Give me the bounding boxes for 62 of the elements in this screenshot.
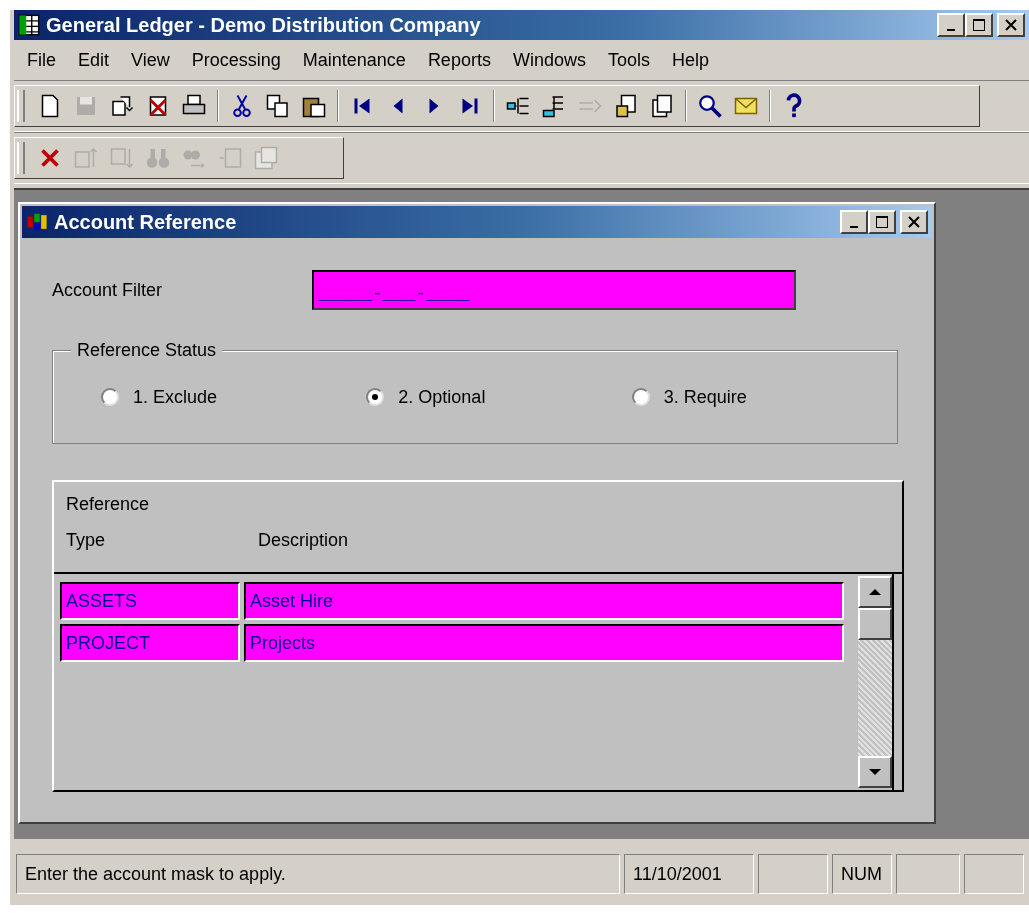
table-cell[interactable]: Asset Hire: [244, 582, 844, 620]
radio-label: 3. Require: [663, 386, 747, 408]
status-pane: [758, 854, 828, 894]
copy-icon: [266, 94, 290, 118]
maximize-button[interactable]: [868, 210, 896, 234]
menu-item[interactable]: View: [120, 49, 181, 71]
table-cell[interactable]: PROJECT: [60, 624, 240, 662]
document-icon: [218, 146, 242, 170]
menu-item[interactable]: Processing: [180, 49, 292, 71]
search-icon: [698, 94, 722, 118]
properties-icon: [254, 146, 278, 170]
scrollbar[interactable]: [858, 576, 892, 788]
status-date: 11/10/2001: [624, 854, 754, 894]
radio-button[interactable]: [101, 388, 119, 406]
radio-button[interactable]: [366, 388, 385, 406]
radio-label: 2. Optional: [398, 386, 486, 408]
copy-document-icon: [110, 94, 134, 118]
minimize-icon: [947, 29, 955, 31]
table-cell[interactable]: Projects: [244, 624, 844, 662]
menu-item[interactable]: Windows: [501, 49, 597, 71]
minimize-icon: [850, 226, 858, 228]
insert-row-icon: [74, 146, 98, 170]
column-header: Description: [258, 529, 349, 552]
scrollbar-thumb[interactable]: [858, 608, 892, 640]
toolbar-grip[interactable]: [17, 142, 25, 174]
radio-label: 1. Exclude: [133, 386, 218, 408]
close-button[interactable]: [997, 13, 1025, 37]
up-arrow-icon: [868, 588, 882, 596]
scissors-icon: [230, 94, 254, 118]
close-icon: [1005, 19, 1017, 31]
status-indicator: NUM: [832, 854, 892, 894]
radio-button[interactable]: [631, 388, 650, 406]
toolbar-grip[interactable]: [17, 90, 25, 122]
maximize-icon: [972, 18, 986, 32]
menu-item[interactable]: Edit: [67, 49, 121, 71]
binoculars-icon: [146, 146, 170, 170]
field-label: Account Filter: [52, 279, 164, 301]
menu-item[interactable]: File: [16, 49, 67, 71]
maximize-icon: [875, 215, 889, 229]
table-cell[interactable]: ASSETS: [60, 582, 240, 620]
close-button[interactable]: [900, 210, 928, 234]
child-window-title: Account Reference: [54, 210, 238, 234]
menu-item[interactable]: Reports: [416, 49, 502, 71]
close-icon: [908, 216, 920, 228]
help-icon: [784, 93, 804, 119]
menu-item[interactable]: Help: [660, 49, 720, 71]
column-header: Reference Type: [66, 493, 151, 552]
status-pane: [896, 854, 960, 894]
window-title: General Ledger - Demo Distribution Company: [46, 13, 482, 37]
status-message: Enter the account mask to apply.: [16, 854, 620, 894]
minimize-button[interactable]: [937, 13, 965, 37]
status-pane: [964, 854, 1024, 894]
menu-item[interactable]: Tools: [596, 49, 661, 71]
account-filter-field[interactable]: _____-___-____: [312, 270, 796, 310]
menu-item[interactable]: Maintenance: [291, 49, 417, 71]
maximize-button[interactable]: [965, 13, 993, 37]
insert-row-icon: [110, 146, 134, 170]
down-arrow-icon: [868, 768, 882, 776]
minimize-button[interactable]: [840, 210, 868, 234]
app-icon: [26, 211, 48, 233]
save-icon: [74, 94, 98, 118]
ledger-icon: [18, 14, 40, 36]
